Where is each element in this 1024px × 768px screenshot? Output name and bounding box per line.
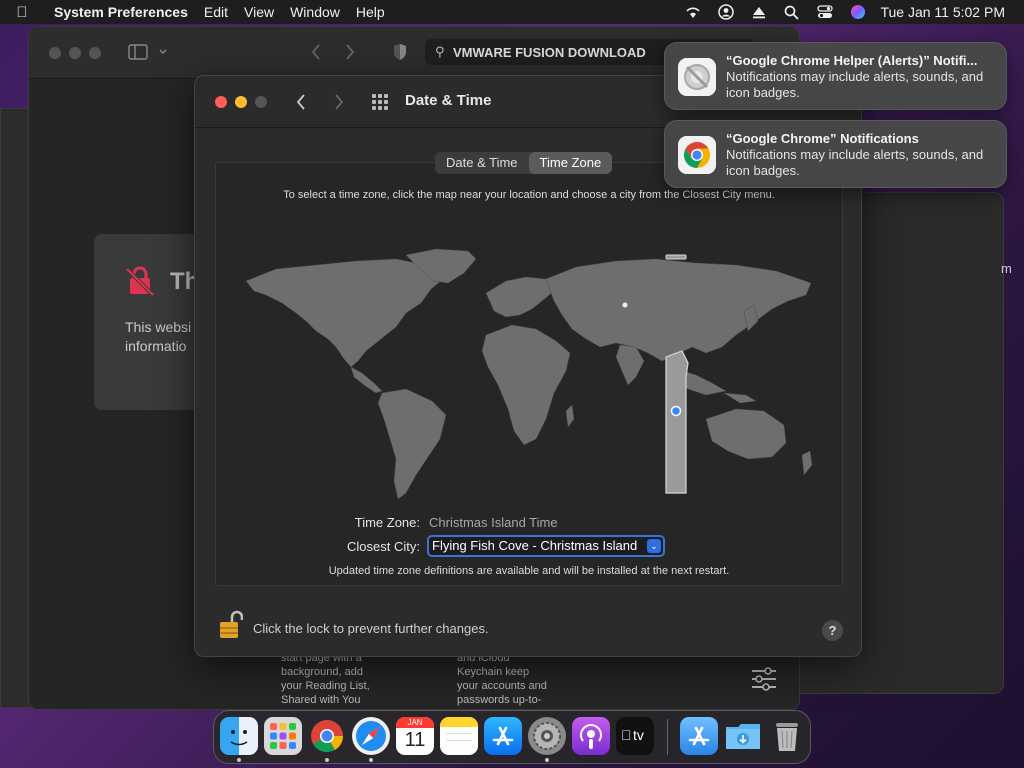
warning-lock-icon xyxy=(125,266,155,296)
notification-title: “Google Chrome Helper (Alerts)” Notifi..… xyxy=(726,53,978,68)
warning-text: This websi informatio xyxy=(125,318,205,356)
forward-arrow-icon[interactable] xyxy=(345,43,355,61)
downloads-folder-icon[interactable] xyxy=(724,717,762,755)
lock-message: Click the lock to prevent further change… xyxy=(253,621,489,636)
back-arrow-icon[interactable] xyxy=(296,93,306,111)
tab-time-zone[interactable]: Time Zone xyxy=(528,152,613,174)
control-center-icon[interactable] xyxy=(808,5,841,19)
privacy-shield-icon[interactable] xyxy=(393,43,407,61)
back-arrow-icon[interactable] xyxy=(311,43,321,61)
location-pin-icon xyxy=(670,405,682,417)
help-button[interactable]: ? xyxy=(822,620,843,641)
running-indicator xyxy=(325,758,329,762)
search-icon: ⚲ xyxy=(435,44,445,59)
menu-help[interactable]: Help xyxy=(348,4,393,20)
feature-line: Keychain keep xyxy=(457,666,530,678)
notes-icon[interactable] xyxy=(440,717,478,755)
zoom-button[interactable] xyxy=(255,96,267,108)
siri-icon[interactable] xyxy=(841,4,874,20)
tab-date-time[interactable]: Date & Time xyxy=(435,152,529,174)
feature-line: your accounts and xyxy=(457,680,547,692)
tv-label: tv xyxy=(633,727,644,743)
calendar-month: JAN xyxy=(396,717,434,728)
menu-app-name[interactable]: System Preferences xyxy=(44,4,196,20)
customize-sliders-icon[interactable] xyxy=(751,667,777,691)
feature-line: passwords up-to- xyxy=(457,694,542,706)
running-indicator xyxy=(237,758,241,762)
dock: JAN 11  tv xyxy=(213,710,811,764)
minimize-button[interactable] xyxy=(235,96,247,108)
podcasts-icon[interactable] xyxy=(572,717,610,755)
running-indicator xyxy=(545,758,549,762)
map-marker-icon xyxy=(622,302,628,308)
apple-tv-icon[interactable]:  tv xyxy=(616,717,654,755)
safari-feature-text-left: start page with a background, add your R… xyxy=(281,651,391,707)
closest-city-label: Closest City: xyxy=(347,539,420,554)
warning-text-line: informatio xyxy=(125,338,187,354)
instructions-text: To select a time zone, click the map nea… xyxy=(283,189,775,201)
chevron-down-icon[interactable]: ⌄ xyxy=(647,539,661,553)
safari-feature-text-mid: and iCloud Keychain keep your accounts a… xyxy=(457,651,567,707)
chrome-icon[interactable] xyxy=(308,717,346,755)
search-icon[interactable] xyxy=(775,5,808,20)
feature-line: Shared with You xyxy=(281,694,361,706)
menu-clock[interactable]: Tue Jan 11 5:02 PM xyxy=(874,4,1024,20)
closest-city-value: Flying Fish Cove - Christmas Island xyxy=(432,538,638,553)
user-icon[interactable] xyxy=(709,4,742,20)
app-store-folder-icon[interactable] xyxy=(680,717,718,755)
chevron-down-icon[interactable] xyxy=(159,49,167,55)
show-all-grid-icon[interactable] xyxy=(371,93,389,111)
time-zone-label: Time Zone: xyxy=(354,515,420,530)
selected-time-zone-band[interactable] xyxy=(665,350,689,494)
notification-title: “Google Chrome” Notifications xyxy=(726,131,919,146)
safari-minimize-button[interactable] xyxy=(69,47,81,59)
system-preferences-icon[interactable] xyxy=(528,717,566,755)
sidebar-toggle-icon[interactable] xyxy=(128,44,148,60)
feature-line: background, add xyxy=(281,666,363,678)
notification-chrome-helper[interactable]: “Google Chrome Helper (Alerts)” Notifi..… xyxy=(664,42,1007,110)
time-zone-value: Christmas Island Time xyxy=(429,515,558,530)
close-button[interactable] xyxy=(215,96,227,108)
segmented-tabs: Date & Time Time Zone xyxy=(435,152,613,174)
chrome-helper-icon xyxy=(678,58,716,96)
window-title: Date & Time xyxy=(405,92,492,109)
menu-edit[interactable]: Edit xyxy=(196,4,236,20)
menu-bar:  System Preferences Edit View Window He… xyxy=(0,0,1024,24)
forward-arrow-icon[interactable] xyxy=(334,93,344,111)
safari-maximize-button[interactable] xyxy=(89,47,101,59)
wifi-icon[interactable] xyxy=(676,5,709,19)
lock-icon[interactable] xyxy=(219,609,243,639)
calendar-icon[interactable]: JAN 11 xyxy=(396,717,434,755)
notification-body: Notifications may include alerts, sounds… xyxy=(726,69,984,100)
world-map[interactable] xyxy=(236,243,826,503)
running-indicator xyxy=(369,758,373,762)
launchpad-icon[interactable] xyxy=(264,717,302,755)
background-text-fragment: m xyxy=(1001,261,1012,276)
trash-icon[interactable] xyxy=(768,717,806,755)
safari-icon[interactable] xyxy=(352,717,390,755)
notification-chrome[interactable]: “Google Chrome” Notifications Notificati… xyxy=(664,120,1007,188)
airplay-icon[interactable] xyxy=(742,5,775,19)
notification-body: Notifications may include alerts, sounds… xyxy=(726,147,984,178)
menu-window[interactable]: Window xyxy=(282,4,348,20)
closest-city-select[interactable]: Flying Fish Cove - Christmas Island ⌄ xyxy=(427,535,665,557)
selected-time-zone-top xyxy=(665,254,687,260)
apple-menu-icon[interactable]:  xyxy=(0,4,44,21)
menu-view[interactable]: View xyxy=(236,4,282,20)
warning-text-line: This websi xyxy=(125,319,192,335)
update-note: Updated time zone definitions are availa… xyxy=(328,565,730,577)
time-zone-panel: To select a time zone, click the map nea… xyxy=(215,162,843,586)
calendar-day: 11 xyxy=(404,729,426,751)
finder-icon[interactable] xyxy=(220,717,258,755)
feature-line: your Reading List, xyxy=(281,680,370,692)
chrome-icon xyxy=(678,136,716,174)
address-text: VMWARE FUSION DOWNLOAD xyxy=(453,44,646,60)
app-store-icon[interactable] xyxy=(484,717,522,755)
dock-separator xyxy=(667,719,668,755)
safari-close-button[interactable] xyxy=(49,47,61,59)
